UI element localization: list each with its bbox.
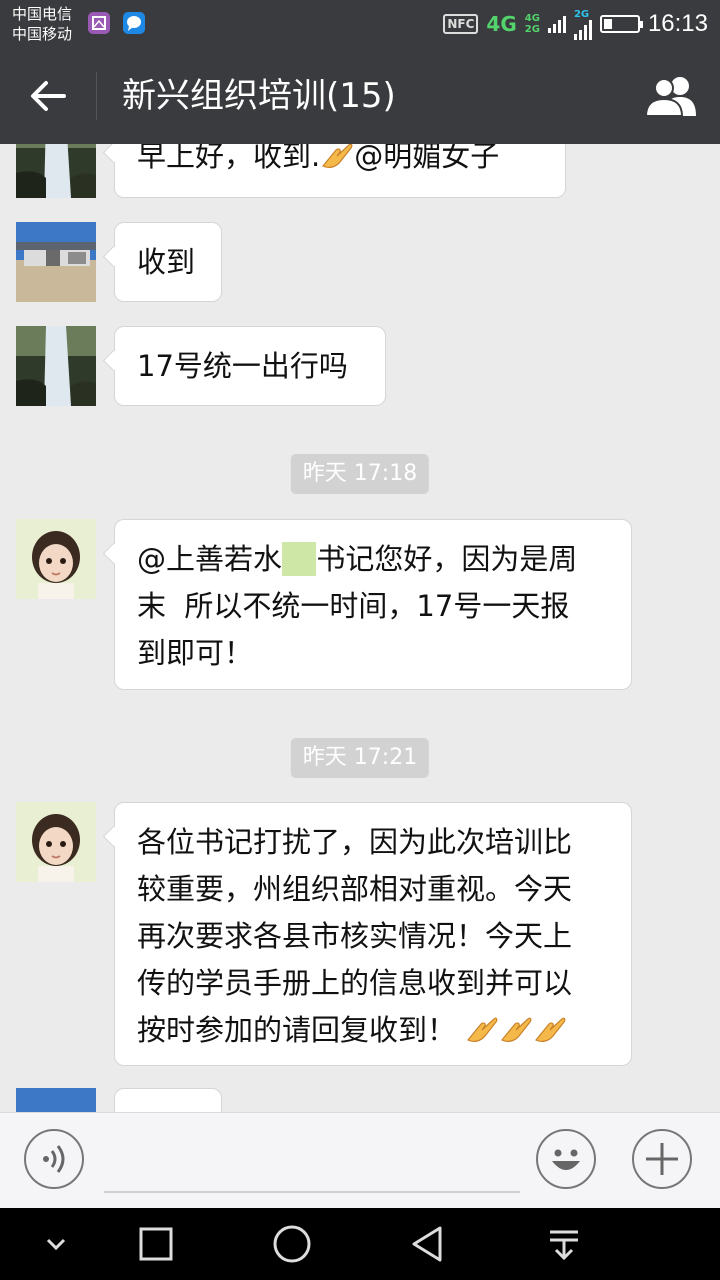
header-divider (96, 72, 97, 120)
carrier-labels: 中国电信 中国移动 (12, 4, 72, 44)
nfc-icon: NFC (443, 14, 479, 34)
message-text: 早上好，收到. (137, 144, 321, 173)
square-icon[interactable] (136, 1224, 176, 1264)
signal-bars-2g-icon (573, 19, 592, 40)
status-indicators: NFC 4G 4G 2G 2G 16:13 (443, 8, 708, 40)
redacted-name-highlight: xx (282, 542, 317, 576)
message-text-input[interactable] (104, 1191, 520, 1193)
message-line: @上善若水xx书记您好，因为是周 (137, 536, 609, 583)
timestamp: 昨天 17:21 (290, 738, 430, 778)
circle-home-icon[interactable] (272, 1224, 312, 1264)
message-bubble[interactable]: 17号统一出行吗 (114, 326, 386, 406)
carrier-2: 中国移动 (12, 25, 73, 43)
message-bubble[interactable]: @上善若水xx书记您好，因为是周 末 所以不统一时间，17号一天报 到即可！ (114, 519, 632, 690)
gallery-app-icon (88, 12, 110, 34)
avatar[interactable] (16, 1088, 96, 1112)
message-line: 再次要求各县市核实情况！今天上 (137, 919, 573, 953)
network-4g-label: 4G (486, 12, 517, 36)
chat-message-list[interactable]: 早上好，收到. @明媚女子 收到 17号统一出行吗 昨天 17:18 @上善若水x… (0, 144, 720, 1112)
clap-emoji-icon (467, 1017, 498, 1042)
voice-icon[interactable] (24, 1129, 84, 1189)
dual-network-indicator: 4G 2G (525, 13, 540, 35)
timestamp: 昨天 17:18 (290, 454, 430, 494)
message-line: 按时参加的请回复收到！ (137, 1007, 609, 1054)
chat-header: 新兴组织培训(15) (0, 48, 720, 144)
network-small-top: 4G (524, 13, 540, 24)
network-2g-label: 2G (573, 8, 590, 20)
message-text: 收到 (137, 245, 196, 279)
message-text: 17号统一出行吗 (137, 349, 348, 383)
message-text: 书记您好，因为是周 (316, 542, 578, 576)
message-input-bar (0, 1112, 720, 1208)
carrier-1: 中国电信 (12, 5, 73, 23)
arrow-left-icon[interactable] (28, 78, 68, 114)
notification-pull-icon[interactable] (544, 1224, 584, 1264)
message-text: 按时参加的请回复收到！ (137, 1013, 457, 1047)
system-navigation-bar (0, 1208, 720, 1280)
message-line: 末 所以不统一时间，17号一天报 (137, 589, 570, 623)
avatar[interactable] (16, 326, 96, 406)
message-line: 到即可！ (137, 636, 254, 670)
smiley-icon[interactable] (536, 1129, 596, 1189)
signal-2g: 2G (573, 8, 592, 40)
avatar[interactable] (16, 519, 96, 599)
signal-bars-icon (547, 15, 566, 33)
clap-emoji-icon (322, 144, 353, 168)
network-small-bottom: 2G (524, 24, 540, 35)
message-line: 传的学员手册上的信息收到并可以 (137, 966, 573, 1000)
message-bubble[interactable]: 各位书记打扰了，因为此次培训比 较重要，州组织部相对重视。今天 再次要求各县市核… (114, 802, 632, 1066)
clap-emoji-icon (535, 1017, 566, 1042)
message-app-icon (123, 12, 145, 34)
status-time: 16:13 (647, 10, 708, 37)
clap-emoji-icon (501, 1017, 532, 1042)
status-bar: 中国电信 中国移动 NFC 4G 4G 2G 2G 16:13 (0, 0, 720, 48)
group-members-icon[interactable] (644, 74, 700, 118)
avatar[interactable] (16, 802, 96, 882)
avatar[interactable] (16, 144, 96, 198)
message-bubble[interactable]: 早上好，收到. @明媚女子 (114, 144, 566, 198)
triangle-back-icon[interactable] (408, 1224, 448, 1264)
battery-icon (599, 15, 643, 33)
message-line: 各位书记打扰了，因为此次培训比 (137, 825, 573, 859)
chat-title: 新兴组织培训(15) (122, 76, 396, 116)
message-bubble[interactable] (114, 1088, 222, 1112)
message-line: 较重要，州组织部相对重视。今天 (137, 872, 573, 906)
plus-icon[interactable] (632, 1129, 692, 1189)
chevron-down-icon[interactable] (36, 1224, 76, 1264)
mention-text: @上善若水 (137, 542, 283, 576)
message-bubble[interactable]: 收到 (114, 222, 222, 302)
mention-text: @明媚女子 (354, 144, 500, 173)
avatar[interactable] (16, 222, 96, 302)
